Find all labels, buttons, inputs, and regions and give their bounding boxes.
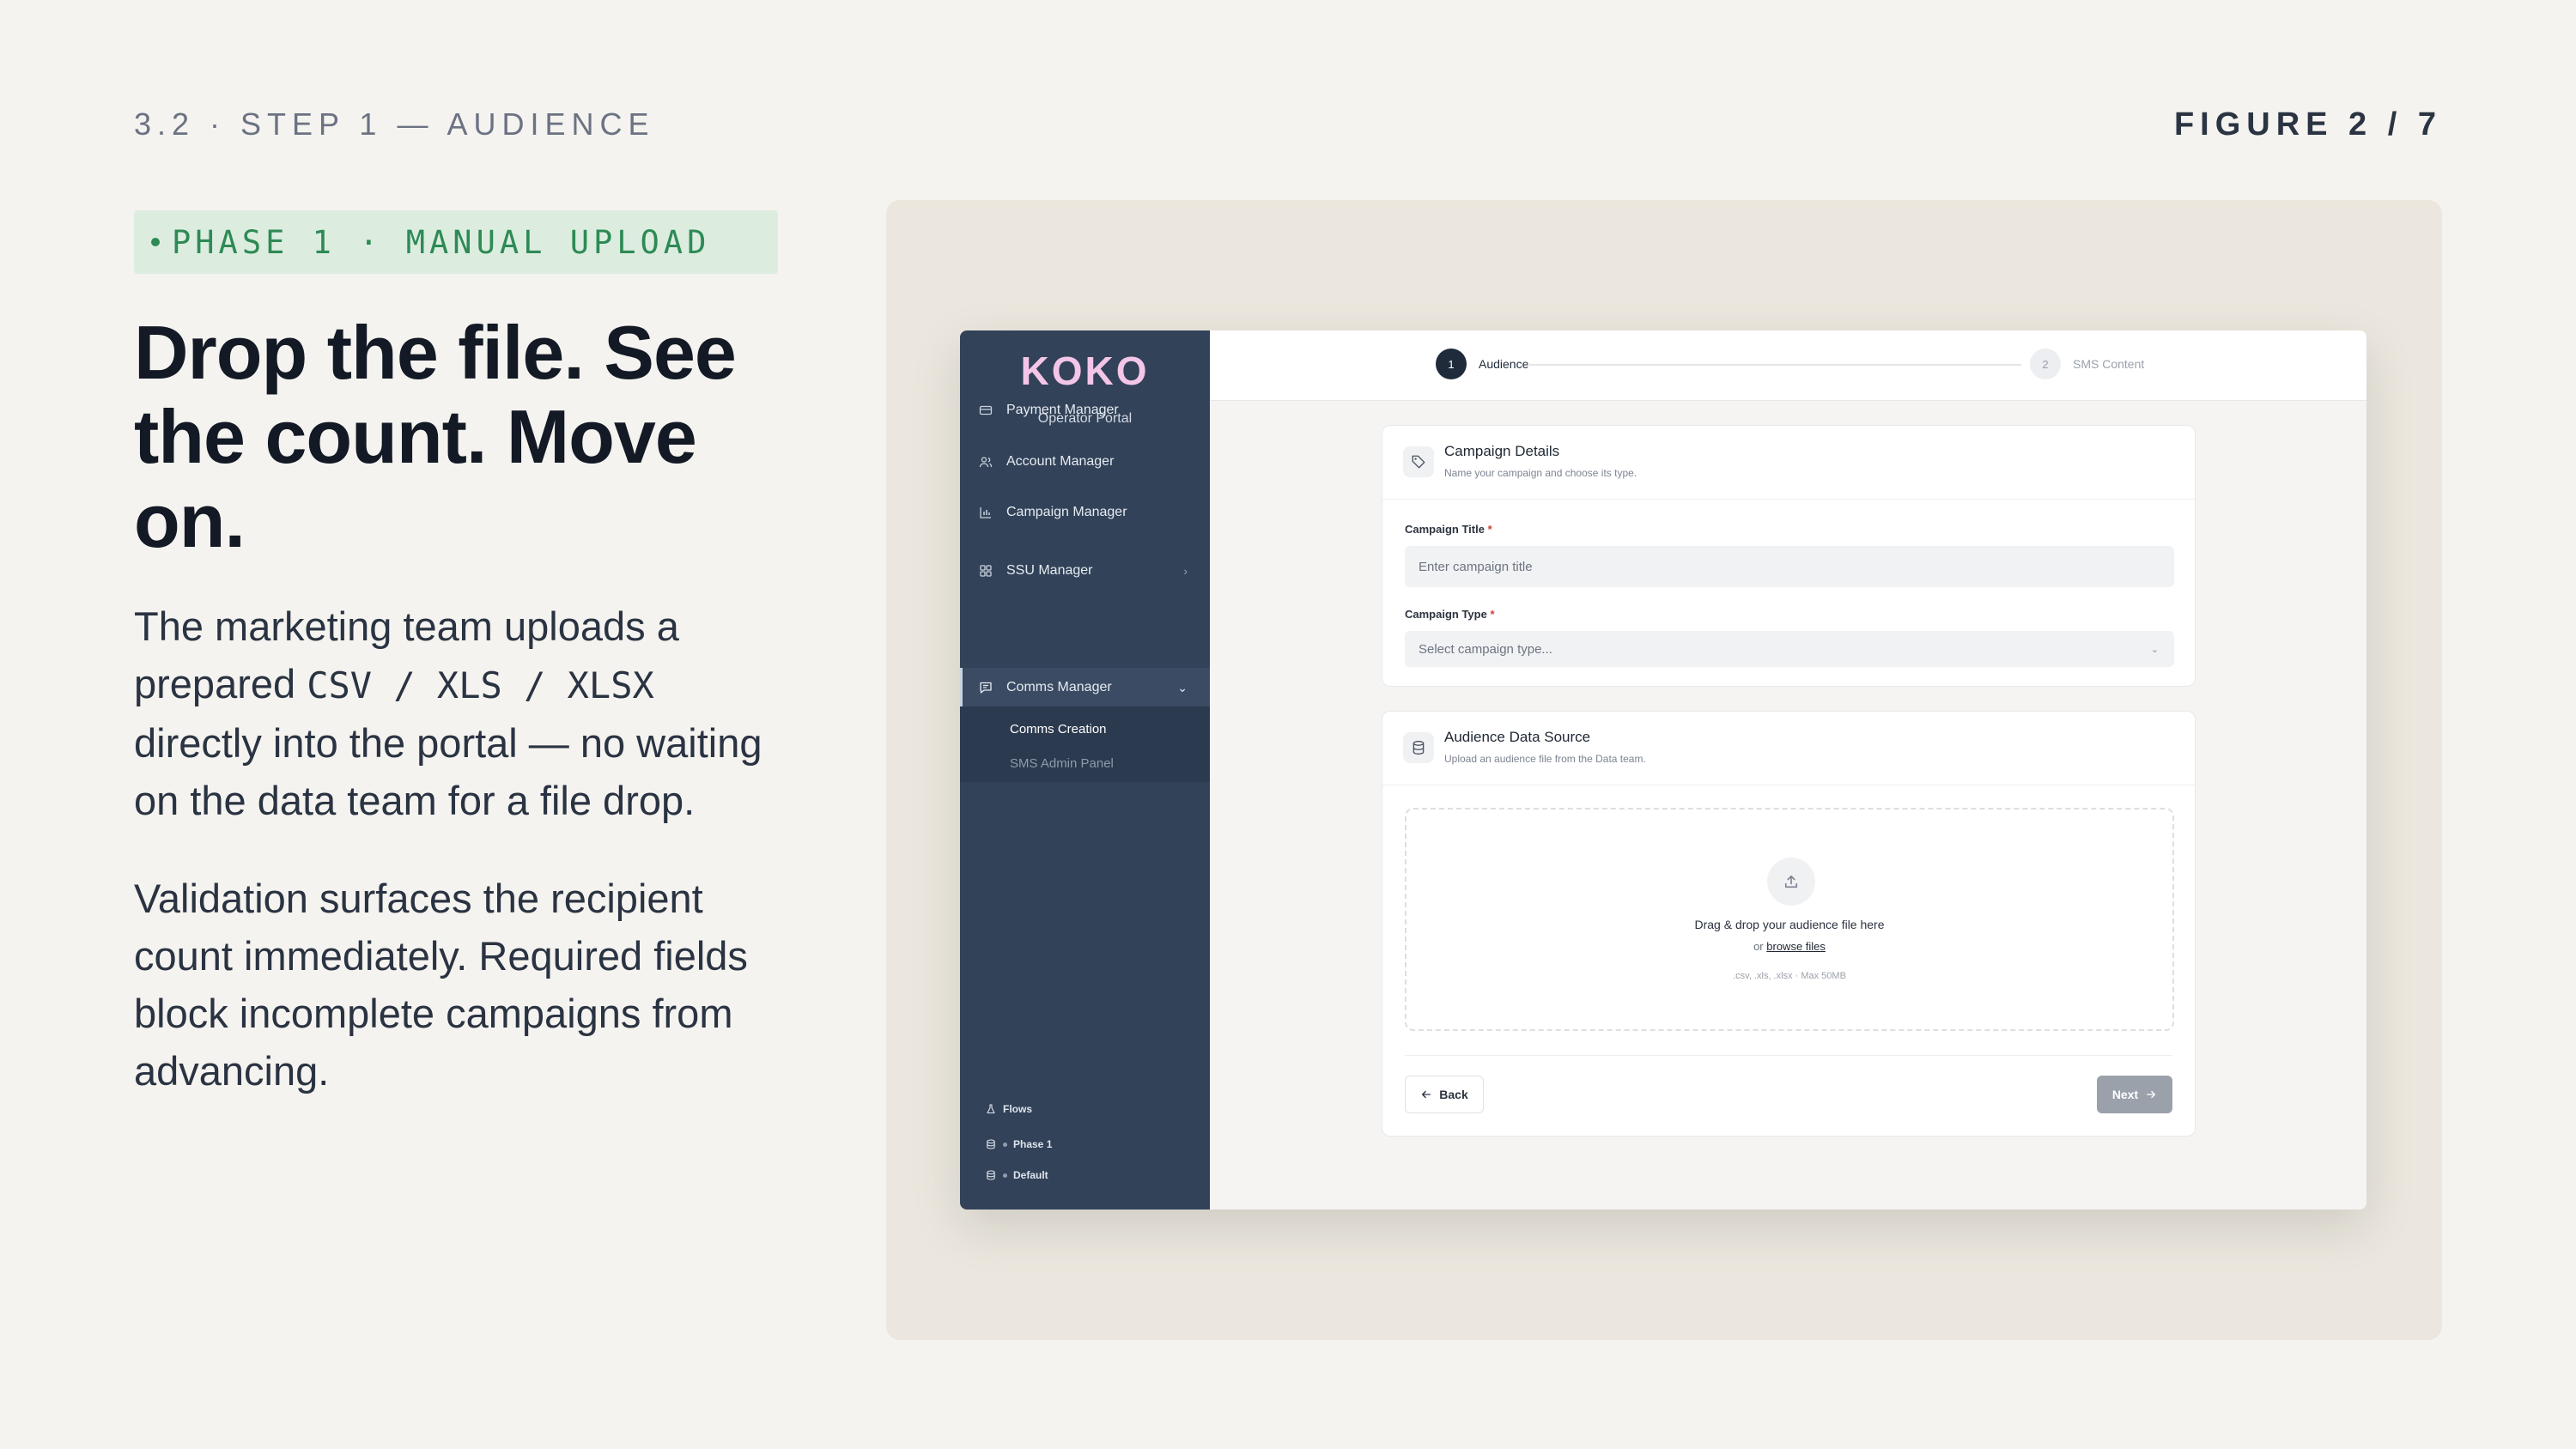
phase-badge-label: PHASE 1 · MANUAL UPLOAD: [172, 223, 711, 261]
card-title: Audience Data Source: [1444, 729, 1591, 745]
accepted-formats: .csv, .xls, .xlsx · Max 50MB: [1733, 971, 1846, 981]
flask-icon: [987, 1104, 995, 1114]
card-subtitle: Upload an audience file from the Data te…: [1444, 753, 1646, 765]
dropzone-instruction: Drag & drop your audience file here: [1694, 918, 1885, 931]
step-audience[interactable]: 1 Audience: [1436, 349, 1528, 379]
dropzone-or-line: or browse files: [1406, 940, 2172, 953]
submenu-item-comms-creation[interactable]: Comms Creation: [1010, 722, 1107, 737]
upload-icon: [1767, 858, 1815, 906]
flows-label: Flows: [1003, 1103, 1033, 1115]
sidebar-item-label: Comms Manager: [1006, 680, 1112, 694]
step-label: Audience: [1479, 357, 1529, 371]
card-title: Campaign Details: [1444, 443, 1560, 459]
campaign-title-label: Campaign Title *: [1405, 523, 1492, 536]
status-dot-icon: [151, 238, 160, 246]
para1-text-b: directly into the portal — no waiting on…: [134, 720, 762, 823]
users-icon: [979, 457, 993, 468]
arrow-left-icon: [1422, 1090, 1431, 1099]
bar-chart-icon: [980, 507, 991, 518]
database-icon: [987, 1139, 995, 1149]
env-label: Phase 1: [1013, 1138, 1053, 1150]
sidebar: KOKO Operator Portal Payment Manager Acc…: [960, 330, 1210, 1210]
message-icon: [980, 682, 992, 694]
body-paragraph-1: The marketing team uploads a prepared CS…: [134, 597, 787, 829]
sidebar-item-label: Campaign Manager: [1006, 505, 1127, 519]
field-label-text: Campaign Title: [1405, 523, 1485, 536]
file-formats-code: CSV / XLS / XLSX: [307, 664, 654, 706]
back-label: Back: [1439, 1088, 1468, 1101]
chevron-down-icon: ⌄: [1177, 680, 1188, 694]
required-mark: *: [1490, 608, 1495, 621]
database-icon: [987, 1170, 995, 1180]
sidebar-item-label: Account Manager: [1006, 454, 1115, 469]
card-header: Campaign Details Name your campaign and …: [1382, 426, 2195, 500]
or-text: or: [1753, 940, 1764, 953]
campaign-details-card: Campaign Details Name your campaign and …: [1382, 425, 2196, 687]
step-label: SMS Content: [2073, 357, 2145, 371]
required-mark: *: [1487, 523, 1492, 536]
comms-submenu: Comms Creation SMS Admin Panel: [960, 706, 1210, 782]
app-window: KOKO Operator Portal Payment Manager Acc…: [960, 330, 2366, 1210]
browse-files-link[interactable]: browse files: [1766, 940, 1826, 953]
sidebar-item-campaign-manager[interactable]: Campaign Manager: [960, 493, 1210, 532]
slide-headline: Drop the file. See the count. Move on.: [134, 310, 737, 563]
card-header: Audience Data Source Upload an audience …: [1382, 712, 2195, 785]
database-icon: [1403, 732, 1434, 763]
brand-logo: KOKO: [1020, 349, 1150, 393]
credit-card-icon: [979, 405, 993, 415]
sidebar-item-account-manager[interactable]: Account Manager: [960, 442, 1210, 482]
env-dot-icon: [1003, 1142, 1007, 1147]
audience-data-card: Audience Data Source Upload an audience …: [1382, 711, 2196, 1137]
arrow-right-icon: [2147, 1090, 2156, 1099]
submenu-item-sms-admin-panel[interactable]: SMS Admin Panel: [1010, 756, 1114, 771]
card-subtitle: Name your campaign and choose its type.: [1444, 467, 1637, 479]
tag-icon: [1403, 446, 1434, 477]
file-dropzone[interactable]: Drag & drop your audience file here or b…: [1405, 808, 2174, 1031]
step-sms-content[interactable]: 2 SMS Content: [2030, 349, 2144, 379]
env-item-phase-1[interactable]: Phase 1: [986, 1138, 1052, 1150]
step-number: 1: [1436, 349, 1467, 379]
env-dot-icon: [1003, 1173, 1007, 1178]
back-button[interactable]: Back: [1405, 1076, 1484, 1113]
campaign-type-label: Campaign Type *: [1405, 608, 1495, 621]
sidebar-item-payment-manager[interactable]: Payment Manager: [960, 391, 1210, 430]
env-item-default[interactable]: Default: [986, 1169, 1048, 1181]
campaign-type-select[interactable]: Select campaign type... ⌄: [1405, 631, 2174, 667]
sidebar-item-ssu-manager[interactable]: SSU Manager ›: [960, 551, 1210, 591]
step-connector: [1528, 364, 2021, 366]
next-button[interactable]: Next: [2097, 1076, 2172, 1113]
phase-badge: PHASE 1 · MANUAL UPLOAD: [134, 210, 778, 274]
chevron-right-icon: ›: [1183, 564, 1188, 578]
grid-icon: [980, 565, 992, 577]
sidebar-item-label: SSU Manager: [1006, 563, 1093, 578]
main-content: 1 Audience 2 SMS Content Campaign Detail…: [1210, 330, 2366, 1210]
env-label: Default: [1013, 1169, 1048, 1181]
sidebar-item-comms-manager[interactable]: Comms Manager ⌄: [960, 668, 1210, 707]
step-number: 2: [2030, 349, 2061, 379]
chevron-down-icon: ⌄: [2150, 644, 2159, 655]
field-label-text: Campaign Type: [1405, 608, 1487, 621]
select-value: Select campaign type...: [1419, 641, 1552, 657]
input-placeholder: Enter campaign title: [1419, 559, 1533, 574]
sidebar-item-label: Payment Manager: [1006, 403, 1119, 417]
stepper: 1 Audience 2 SMS Content: [1210, 330, 2366, 401]
flows-link[interactable]: Flows: [986, 1103, 1032, 1115]
next-label: Next: [2111, 1088, 2139, 1101]
campaign-title-input[interactable]: Enter campaign title: [1405, 546, 2174, 587]
body-paragraph-2: Validation surfaces the recipient count …: [134, 876, 748, 1094]
figure-counter: FIGURE 2 / 7: [2173, 106, 2442, 142]
section-eyebrow: 3.2 · STEP 1 — AUDIENCE: [134, 106, 655, 142]
divider: [1405, 1055, 2172, 1056]
